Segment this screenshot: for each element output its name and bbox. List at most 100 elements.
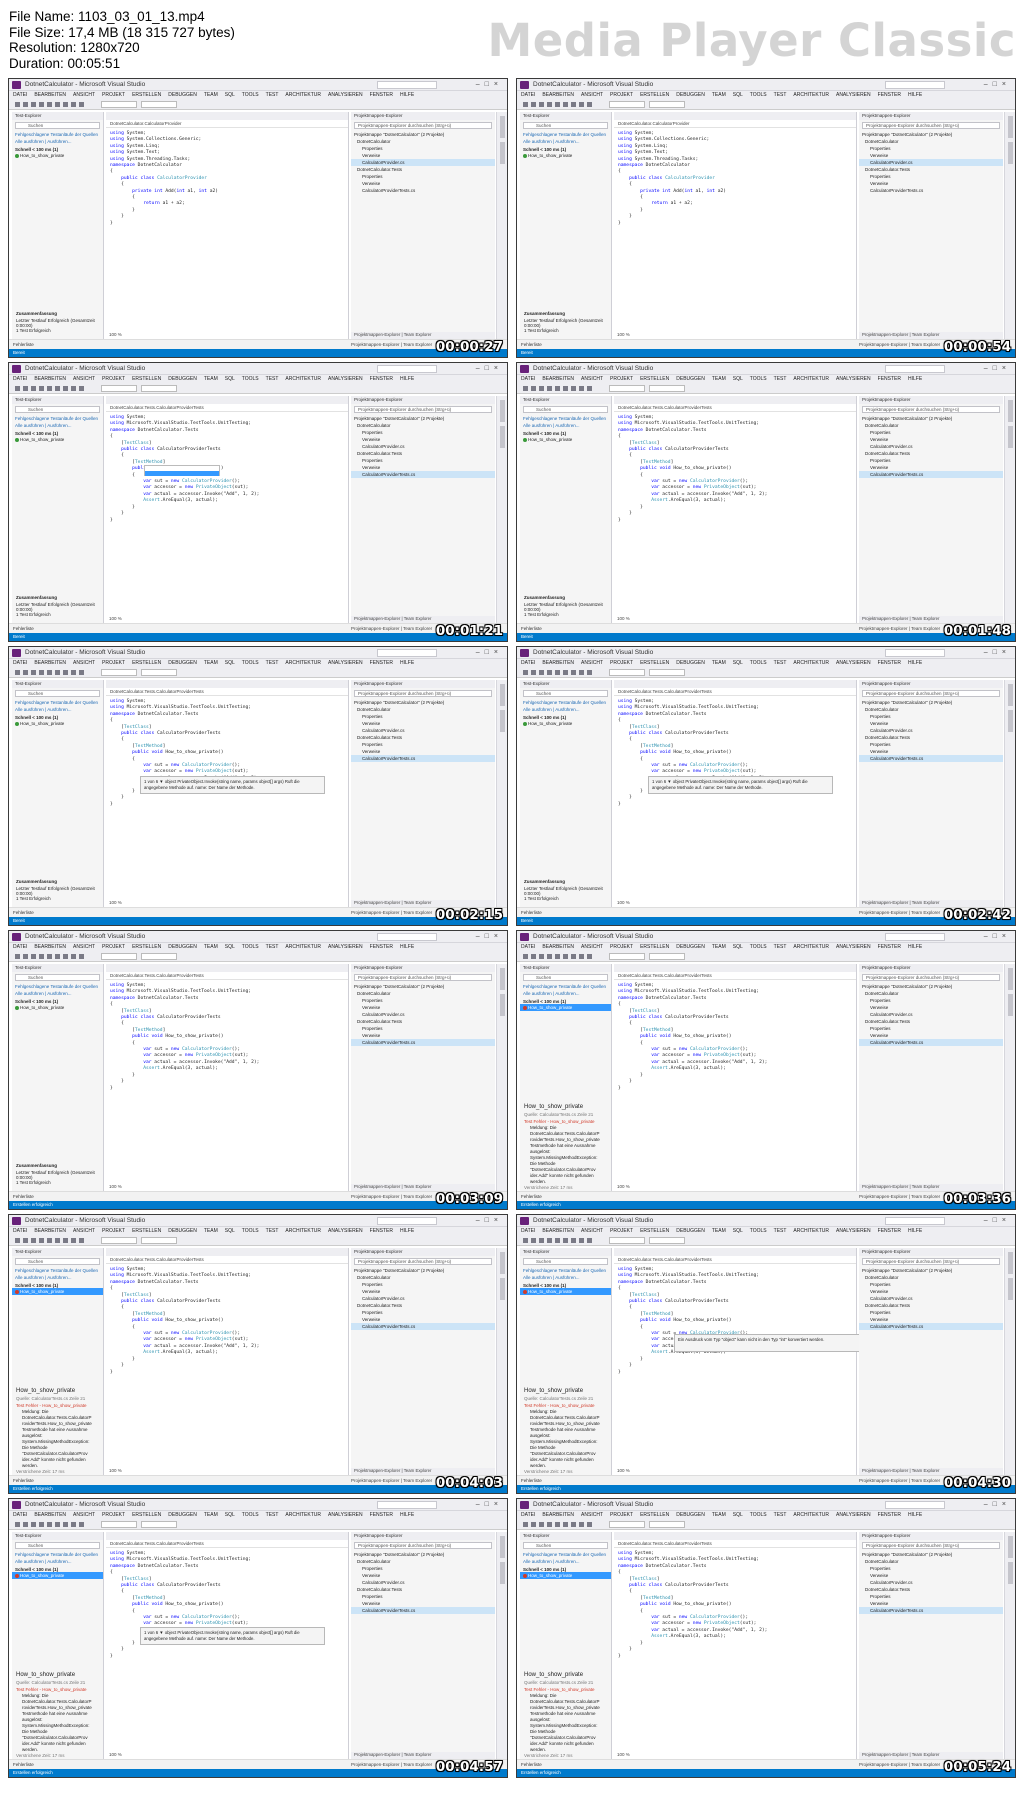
solution-tree-item[interactable]: Properties xyxy=(859,1025,1003,1032)
menu-item[interactable]: TEAM xyxy=(204,660,218,666)
debug-target-combo[interactable] xyxy=(101,385,137,392)
toolbar-icon[interactable] xyxy=(23,1238,28,1243)
solution-tree-item[interactable]: Properties xyxy=(859,741,1003,748)
menu-item[interactable]: TOOLS xyxy=(750,92,767,98)
menu-item[interactable]: TOOLS xyxy=(242,92,259,98)
toolbar-icon[interactable] xyxy=(55,102,60,107)
menu-item[interactable]: DATEI xyxy=(521,92,535,98)
solution-explorer-tabs[interactable]: Projektmappen-Explorer | Team Explorer xyxy=(859,1752,1003,1759)
zoom-level[interactable]: 100 % xyxy=(106,900,122,907)
run-all-link[interactable]: Alle ausführen | Ausführen... xyxy=(520,422,611,429)
solution-tree-item[interactable]: Properties xyxy=(859,1593,1003,1600)
toolbar-icon[interactable] xyxy=(31,954,36,959)
side-tab[interactable] xyxy=(1008,1252,1013,1274)
quick-launch-input[interactable] xyxy=(377,81,437,89)
menu-item[interactable]: PROJEKT xyxy=(102,944,125,950)
solution-tree-item[interactable]: Projektmappe "DotnetCalculator" (2 Proje… xyxy=(351,415,495,422)
toolbar-icon[interactable] xyxy=(39,1238,44,1243)
menu-item[interactable]: ANALYSIEREN xyxy=(836,944,871,950)
side-tab[interactable] xyxy=(1008,142,1013,164)
menu-item[interactable]: DEBUGGEN xyxy=(168,376,197,382)
menu-item[interactable]: PROJEKT xyxy=(610,944,633,950)
error-list-tab[interactable]: Fehlerliste xyxy=(13,342,34,347)
solution-tree-item[interactable]: Verweise xyxy=(351,720,495,727)
solution-search-input[interactable]: Projektmappen-Explorer durchsuchen (Strg… xyxy=(862,974,1000,981)
menu-item[interactable]: PROJEKT xyxy=(610,1228,633,1234)
solution-tree-item[interactable]: Properties xyxy=(859,713,1003,720)
menu-item[interactable]: FENSTER xyxy=(370,1228,393,1234)
toolbar-icon[interactable] xyxy=(47,386,52,391)
menu-item[interactable]: DEBUGGEN xyxy=(676,376,705,382)
toolbar-icon[interactable] xyxy=(579,954,584,959)
toolbar-icon[interactable] xyxy=(39,386,44,391)
quick-launch-input[interactable] xyxy=(885,81,945,89)
solution-search-input[interactable]: Projektmappen-Explorer durchsuchen (Strg… xyxy=(354,122,492,129)
menu-item[interactable]: DEBUGGEN xyxy=(168,1512,197,1518)
solution-tree-item[interactable]: Verweise xyxy=(859,1316,1003,1323)
solution-tree-item[interactable]: DotnetCalculator.Tests xyxy=(859,1586,1003,1593)
menu-item[interactable]: SQL xyxy=(225,660,235,666)
menu-item[interactable]: BEARBEITEN xyxy=(542,944,574,950)
debug-config-combo[interactable] xyxy=(141,101,177,108)
solution-tree-item[interactable]: DotnetCalculator xyxy=(859,706,1003,713)
menu-item[interactable]: BEARBEITEN xyxy=(34,92,66,98)
menu-item[interactable]: ARCHITEKTUR xyxy=(793,92,829,98)
debug-target-combo[interactable] xyxy=(101,1521,137,1528)
menu-item[interactable]: BEARBEITEN xyxy=(542,376,574,382)
toolbar-icon[interactable] xyxy=(31,1522,36,1527)
window-controls[interactable]: –□× xyxy=(984,365,1011,372)
side-tab[interactable] xyxy=(1008,684,1013,706)
editor-navigation-bar[interactable]: DotnetCalculator.Tests.CalculatorProvide… xyxy=(614,1540,856,1548)
test-group[interactable]: Schnell < 100 ms (1) xyxy=(12,997,103,1004)
solution-tree-item[interactable]: Properties xyxy=(859,173,1003,180)
test-row[interactable]: How_to_show_private xyxy=(12,436,103,443)
test-explorer-link[interactable]: Fehlgeschlagene Testanläufe der Quellen xyxy=(520,983,611,990)
test-row[interactable]: How_to_show_private xyxy=(520,1288,611,1295)
error-list-tab[interactable]: Fehlerliste xyxy=(521,342,542,347)
menu-item[interactable]: ARCHITEKTUR xyxy=(285,376,321,382)
menu-item[interactable]: ANALYSIEREN xyxy=(328,1512,363,1518)
toolbar-icon[interactable] xyxy=(571,102,576,107)
window-controls[interactable]: –□× xyxy=(476,1217,503,1224)
menu-item[interactable]: ERSTELLEN xyxy=(640,660,669,666)
menu-item[interactable]: BEARBEITEN xyxy=(542,1228,574,1234)
toolbar-icon[interactable] xyxy=(547,1522,552,1527)
toolbar-icon[interactable] xyxy=(579,1522,584,1527)
menu-item[interactable]: ANSICHT xyxy=(73,376,95,382)
toolbar-icon[interactable] xyxy=(523,954,528,959)
test-row[interactable]: How_to_show_private xyxy=(12,1572,103,1579)
solution-tree-item[interactable]: DotnetCalculator xyxy=(351,1274,495,1281)
toolbar-icon[interactable] xyxy=(547,102,552,107)
menu-item[interactable]: PROJEKT xyxy=(610,1512,633,1518)
test-group[interactable]: Schnell < 100 ms (1) xyxy=(520,145,611,152)
menu-item[interactable]: DATEI xyxy=(13,92,27,98)
solution-search-input[interactable]: Projektmappen-Explorer durchsuchen (Strg… xyxy=(862,1258,1000,1265)
side-tab[interactable] xyxy=(500,968,505,990)
menu-item[interactable]: DATEI xyxy=(13,1512,27,1518)
side-tab[interactable] xyxy=(1008,116,1013,138)
menu-item[interactable]: TEST xyxy=(774,660,787,666)
debug-config-combo[interactable] xyxy=(649,1521,685,1528)
solution-tree-item[interactable]: DotnetCalculator.Tests xyxy=(859,1302,1003,1309)
toolbar-icon[interactable] xyxy=(555,1522,560,1527)
debug-target-combo[interactable] xyxy=(101,1237,137,1244)
solution-tree-item[interactable]: CalculatorProviderTests.cs xyxy=(351,1607,495,1614)
menu-item[interactable]: ARCHITEKTUR xyxy=(285,1512,321,1518)
toolbar-icon[interactable] xyxy=(531,954,536,959)
toolbar-icon[interactable] xyxy=(23,386,28,391)
menu-item[interactable]: TOOLS xyxy=(750,944,767,950)
solution-tree-item[interactable]: Verweise xyxy=(351,1572,495,1579)
toolbar-icon[interactable] xyxy=(79,1238,84,1243)
solution-tree-item[interactable]: DotnetCalculator xyxy=(351,422,495,429)
toolbar-icon[interactable] xyxy=(563,1238,568,1243)
toolbar-icon[interactable] xyxy=(47,670,52,675)
menu-item[interactable]: ARCHITEKTUR xyxy=(793,1228,829,1234)
menu-item[interactable]: SQL xyxy=(733,1512,743,1518)
menu-item[interactable]: ANSICHT xyxy=(73,92,95,98)
solution-tree-item[interactable]: CalculatorProvider.cs xyxy=(351,1579,495,1586)
window-controls[interactable]: –□× xyxy=(476,649,503,656)
run-all-link[interactable]: Alle ausführen | Ausführen... xyxy=(12,422,103,429)
test-row[interactable]: How_to_show_private xyxy=(520,720,611,727)
debug-config-combo[interactable] xyxy=(649,953,685,960)
solution-tree-item[interactable]: DotnetCalculator xyxy=(859,1274,1003,1281)
